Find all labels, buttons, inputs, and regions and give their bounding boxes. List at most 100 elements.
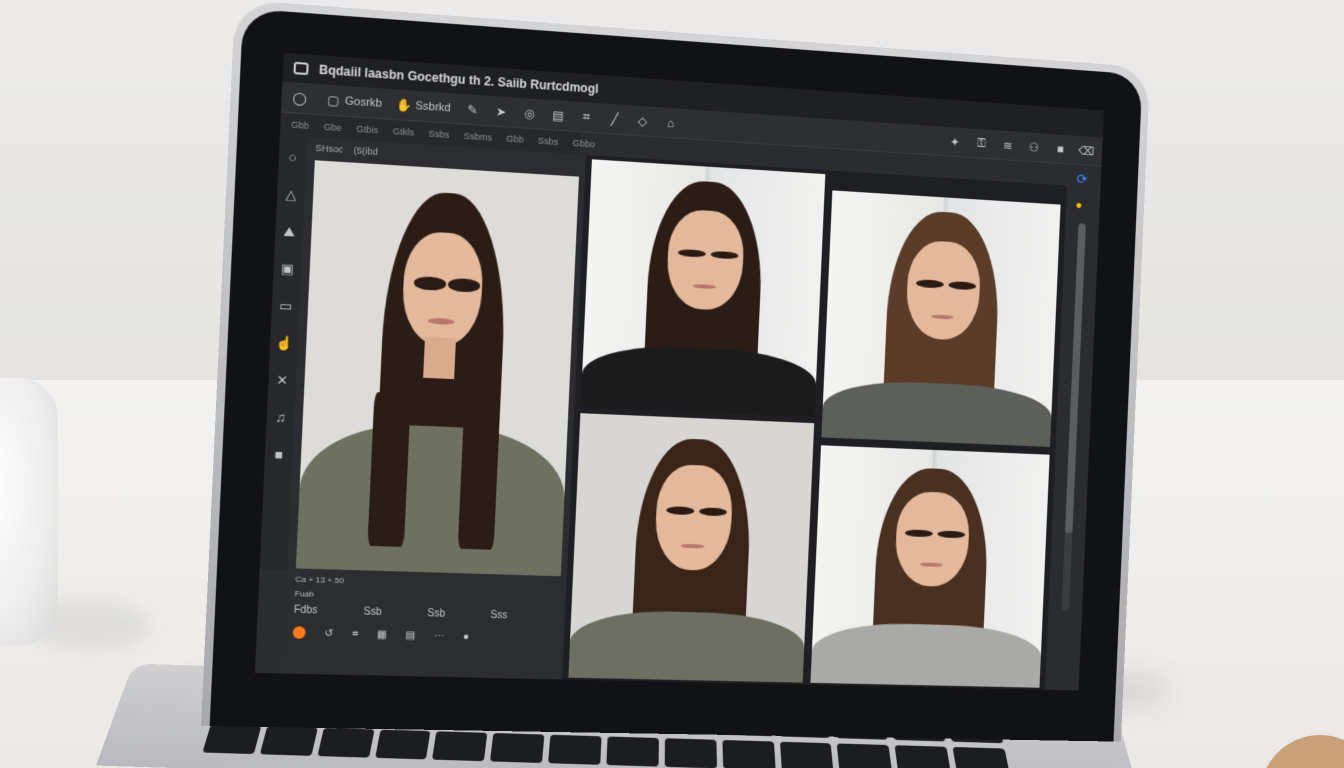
menu-item[interactable]: Ssbs [428, 128, 449, 140]
shape-icon: ◇ [637, 113, 648, 129]
page-tool-icon[interactable]: ▣ [278, 259, 298, 279]
photo-tile[interactable] [821, 190, 1061, 447]
crop-icon[interactable]: ⌗ [352, 628, 358, 639]
record-button[interactable] [292, 626, 306, 639]
app-logo-icon [293, 61, 309, 76]
circle-tool-icon[interactable]: ○ [283, 148, 303, 168]
toolbar-button-8[interactable]: ╱ [607, 111, 622, 127]
shirt [295, 421, 568, 577]
toolbar-button-9[interactable]: ◇ [635, 113, 650, 128]
toolbar-button-4[interactable]: ➤ [494, 104, 509, 119]
toolbar-right-button-5[interactable]: ⌫ [1078, 143, 1095, 158]
toolbar-button-3[interactable]: ✎ [465, 102, 480, 117]
dot-icon[interactable]: ● [463, 631, 470, 642]
tab-secondary[interactable]: (5(ibd [354, 145, 379, 157]
menu-item[interactable]: Gtbis [356, 124, 378, 136]
toolbar-right-button-0[interactable]: ✦ [948, 134, 962, 149]
doc-icon[interactable]: ▤ [405, 630, 415, 641]
toolbar-spacer [692, 124, 935, 140]
sync-icon[interactable]: ⟳ [1076, 171, 1088, 188]
key-icon: ⚿ [976, 135, 986, 151]
coffee-mug [0, 378, 58, 646]
control-label[interactable]: Fdbs [294, 604, 318, 616]
menu-item[interactable]: Gbe [324, 122, 342, 133]
keyboard-key [894, 745, 952, 768]
photo-tile[interactable] [810, 445, 1050, 688]
wand-icon: ✦ [949, 134, 960, 149]
bell-tool-icon[interactable]: ♫ [271, 408, 291, 427]
keyboard-key [317, 727, 375, 758]
toolbar-button-2[interactable]: ✋ Ssbrkd [396, 97, 451, 115]
scrollbar-thumb[interactable] [1064, 223, 1086, 534]
shirt [568, 608, 806, 683]
keyboard-key [779, 741, 834, 768]
square-icon: ■ [1056, 141, 1064, 156]
circle-icon: ◯ [292, 90, 308, 106]
panel-actions-row: ↺ ⌗ ▦ ▤ ⋯ ● [288, 622, 558, 649]
toolbar-button-10[interactable]: ⌂ [663, 115, 678, 130]
portrait [295, 160, 579, 577]
menu-item[interactable]: Gbb [506, 134, 524, 145]
menu-item[interactable]: Ssbms [464, 131, 493, 143]
toolbar-button-0[interactable]: ◯ [292, 90, 312, 106]
keyboard-key [548, 734, 602, 765]
trash-icon: ⌫ [1078, 143, 1095, 158]
control-label[interactable]: Sss [490, 609, 508, 621]
wifi-icon: ≋ [1002, 138, 1013, 153]
undo-icon[interactable]: ↺ [324, 628, 333, 640]
hand-icon: ✋ [395, 97, 413, 113]
panel-controls-row: Fdbs Ssb Ssb Sss [289, 601, 559, 624]
triangle-tool-icon[interactable]: △ [281, 185, 301, 205]
keyboard-key [664, 738, 717, 768]
keyboard-key [837, 743, 893, 768]
arrow-icon: ➤ [495, 103, 507, 119]
keyboard-key [722, 739, 776, 768]
keyboard-key [606, 736, 659, 767]
main-portrait-photo[interactable] [295, 160, 579, 577]
portrait [568, 413, 814, 683]
toolbar-right-button-3[interactable]: ⚇ [1027, 140, 1041, 154]
keyboard-key [432, 731, 488, 762]
mountain-tool-icon[interactable]: ⛰ [279, 222, 299, 242]
pen-icon: ✎ [466, 101, 478, 117]
more-icon[interactable]: ⋯ [434, 630, 445, 641]
hair-strand [366, 391, 412, 548]
tag-icon: ⌂ [666, 115, 675, 130]
square-tool-icon[interactable]: ■ [269, 445, 289, 464]
toolbar-button-5[interactable]: ◎ [522, 106, 537, 121]
photo-tile[interactable] [568, 413, 815, 683]
image-caption: Ca + 13 + 50 [295, 574, 345, 586]
portrait [821, 190, 1061, 447]
control-label[interactable]: Ssb [363, 606, 382, 618]
people-icon: ⚇ [1028, 139, 1040, 155]
bulb-icon[interactable]: ● [1075, 198, 1082, 212]
toolbar-right-button-2[interactable]: ≋ [1001, 138, 1015, 152]
menu-item[interactable]: Gbbo [572, 138, 595, 150]
cross-tool-icon[interactable]: ✕ [272, 371, 292, 390]
toolbar-button-7[interactable]: ⌗ [579, 109, 594, 125]
toolbar-right-button-4[interactable]: ■ [1053, 142, 1067, 156]
toolbar-button-6[interactable]: ▤ [551, 108, 566, 123]
grid-icon[interactable]: ▦ [377, 629, 387, 641]
globe-icon: ◎ [524, 105, 536, 121]
photo-tile[interactable] [580, 159, 826, 418]
menu-item[interactable]: Gtkls [393, 126, 415, 138]
portrait [810, 445, 1050, 688]
portrait [580, 159, 826, 418]
menu-item[interactable]: Gbb [291, 119, 309, 130]
keyboard-key [202, 724, 262, 755]
toolbar-right-button-1[interactable]: ⚿ [974, 136, 988, 151]
keyboard-key [374, 729, 431, 760]
rounded-rect-tool-icon[interactable]: ▭ [276, 297, 296, 317]
menu-item[interactable]: Ssbs [538, 136, 559, 147]
hand-tool-icon[interactable]: ☝ [274, 334, 294, 353]
scrollbar[interactable] [1061, 223, 1086, 611]
keyboard-key [490, 733, 545, 764]
keyboard-key [952, 746, 1011, 768]
control-label[interactable]: Ssb [427, 608, 445, 620]
tab-show[interactable]: SHsoc [315, 143, 343, 155]
preview-panel: SHsoc (5(ibd Ca + 13 + 50 Fuab Fdbs Ssb … [282, 137, 585, 680]
toolbar-button-1[interactable]: ▢ Gosrkb [326, 92, 383, 110]
brush-icon: ╱ [610, 111, 619, 127]
laptop-lid: Bqdaiil laasbn Gocethgu th 2. Saiib Rurt… [201, 0, 1151, 742]
